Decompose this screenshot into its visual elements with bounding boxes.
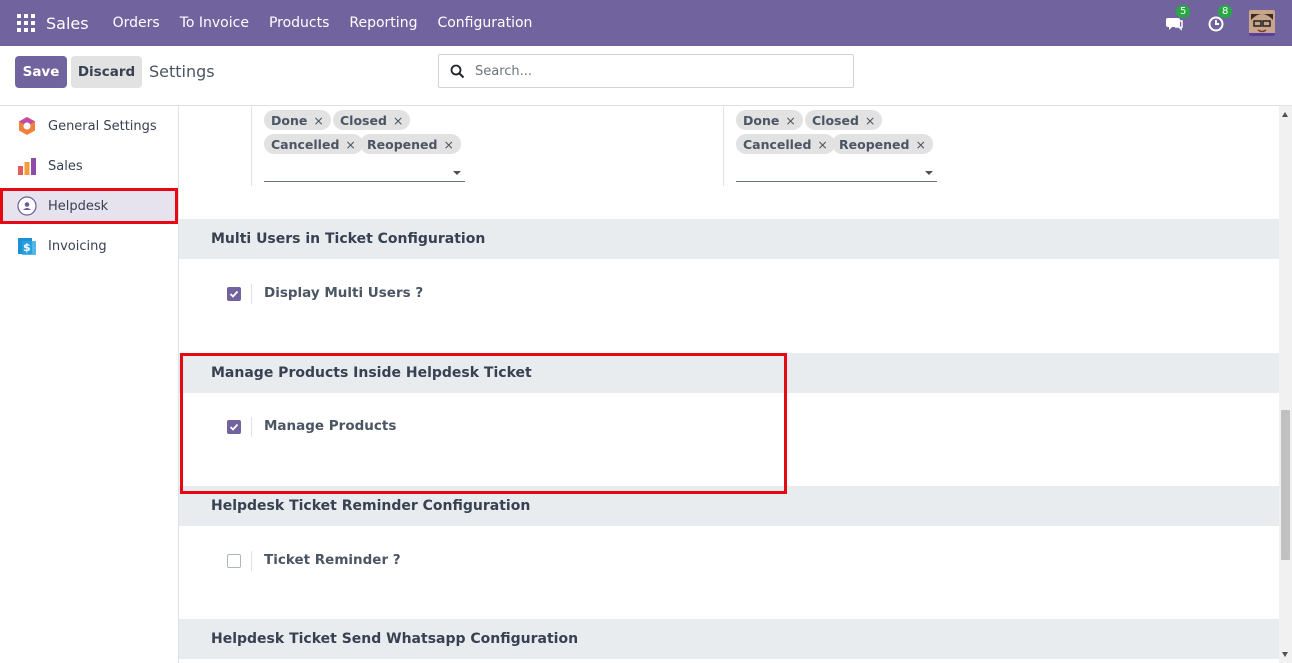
- remove-tag-icon[interactable]: ×: [817, 137, 827, 152]
- page-title: Settings: [149, 62, 215, 81]
- ticket-reminder-checkbox[interactable]: [227, 554, 241, 568]
- messages-count-badge: 5: [1176, 5, 1191, 18]
- sidebar-item-label: General Settings: [48, 118, 157, 134]
- section-header-reminder: Helpdesk Ticket Reminder Configuration: [179, 486, 1279, 526]
- sidebar-item-helpdesk[interactable]: Helpdesk: [0, 188, 178, 224]
- sidebar-item-label: Helpdesk: [48, 198, 109, 214]
- tag-label: Done: [271, 112, 308, 128]
- remove-tag-icon[interactable]: ×: [443, 137, 453, 152]
- tag-closed-left: Closed ×: [333, 110, 411, 130]
- remove-tag-icon[interactable]: ×: [915, 137, 925, 152]
- tag-reopened-left: Reopened ×: [360, 134, 461, 154]
- remove-tag-icon[interactable]: ×: [345, 137, 355, 152]
- tag-cancelled-right: Cancelled ×: [736, 134, 835, 154]
- tags-input-right[interactable]: [736, 181, 937, 182]
- sidebar-item-sales[interactable]: Sales: [0, 148, 178, 184]
- field-divider: [723, 106, 724, 186]
- remove-tag-icon[interactable]: ×: [393, 113, 403, 128]
- setting-divider: [251, 284, 252, 304]
- discard-button[interactable]: Discard: [71, 56, 142, 88]
- manage-products-checkbox[interactable]: [227, 420, 241, 434]
- remove-tag-icon[interactable]: ×: [313, 113, 323, 128]
- field-divider: [251, 106, 252, 186]
- scroll-down-arrow-icon[interactable]: [1282, 652, 1288, 657]
- tag-label: Reopened: [367, 136, 438, 152]
- setting-divider: [251, 551, 252, 571]
- setting-divider: [251, 417, 252, 437]
- app-grid-icon[interactable]: [17, 14, 35, 32]
- sidebar-item-general-settings[interactable]: General Settings: [0, 108, 178, 144]
- menu-products[interactable]: Products: [269, 15, 329, 31]
- general-settings-icon: [17, 116, 37, 136]
- remove-tag-icon[interactable]: ×: [865, 113, 875, 128]
- tag-label: Reopened: [839, 136, 910, 152]
- messages-button[interactable]: 5: [1165, 5, 1191, 33]
- tag-label: Closed: [812, 112, 859, 128]
- setting-display-multi-users: Display Multi Users ?: [179, 259, 1279, 319]
- control-panel: Save Discard Settings: [0, 46, 1292, 106]
- remove-tag-icon[interactable]: ×: [785, 113, 795, 128]
- scrollbar-thumb[interactable]: [1281, 410, 1290, 560]
- sales-chart-icon: [17, 156, 37, 176]
- tag-label: Cancelled: [743, 136, 812, 152]
- sidebar-item-invoicing[interactable]: $ Invoicing: [0, 228, 178, 264]
- tag-cancelled-left: Cancelled ×: [264, 134, 363, 154]
- search-input[interactable]: [475, 63, 835, 79]
- section-header-whatsapp: Helpdesk Ticket Send Whatsapp Configurat…: [179, 619, 1279, 659]
- svg-text:$: $: [23, 241, 31, 254]
- vertical-scrollbar[interactable]: [1279, 106, 1292, 663]
- settings-content: Done × Closed × Cancelled × Reopened × Done ×…: [179, 106, 1279, 663]
- activities-button[interactable]: 8: [1207, 5, 1233, 33]
- sidebar-item-label: Sales: [48, 158, 83, 174]
- tag-label: Closed: [340, 112, 387, 128]
- display-multi-users-checkbox[interactable]: [227, 287, 241, 301]
- save-button[interactable]: Save: [15, 56, 67, 88]
- dropdown-caret-icon[interactable]: [925, 171, 933, 175]
- dropdown-caret-icon[interactable]: [453, 171, 461, 175]
- menu-to-invoice[interactable]: To Invoice: [180, 15, 249, 31]
- sidebar-item-label: Invoicing: [48, 238, 107, 254]
- setting-label: Manage Products: [264, 418, 397, 434]
- setting-label: Ticket Reminder ?: [264, 552, 401, 568]
- menu-reporting[interactable]: Reporting: [349, 15, 417, 31]
- setting-manage-products: Manage Products: [179, 393, 1279, 453]
- setting-label: Display Multi Users ?: [264, 285, 424, 301]
- tag-label: Done: [743, 112, 780, 128]
- helpdesk-icon: [17, 196, 37, 216]
- tag-done-left: Done ×: [264, 110, 331, 130]
- tag-reopened-right: Reopened ×: [832, 134, 933, 154]
- top-navbar: Sales Orders To Invoice Products Reporti…: [0, 0, 1292, 46]
- scroll-up-arrow-icon[interactable]: [1282, 112, 1288, 117]
- search-icon: [439, 55, 475, 87]
- tag-label: Cancelled: [271, 136, 340, 152]
- setting-ticket-reminder: Ticket Reminder ?: [179, 526, 1279, 586]
- section-header-multi-users: Multi Users in Ticket Configuration: [179, 219, 1279, 259]
- invoicing-icon: $: [17, 236, 37, 256]
- tag-closed-right: Closed ×: [805, 110, 883, 130]
- checkmark-icon: [229, 290, 239, 298]
- tags-input-left[interactable]: [264, 181, 465, 182]
- systray: 5 8: [1165, 0, 1292, 46]
- app-name[interactable]: Sales: [46, 14, 89, 33]
- user-avatar[interactable]: [1249, 10, 1275, 36]
- menu-configuration[interactable]: Configuration: [437, 15, 532, 31]
- checkmark-icon: [229, 423, 239, 431]
- tag-done-right: Done ×: [736, 110, 803, 130]
- search-bar[interactable]: [438, 54, 854, 88]
- section-header-manage-products: Manage Products Inside Helpdesk Ticket: [179, 353, 1279, 393]
- activities-count-badge: 8: [1218, 5, 1233, 18]
- settings-sidebar: General Settings Sales Helpdesk $ Invoic…: [0, 106, 179, 663]
- menu-orders[interactable]: Orders: [113, 15, 160, 31]
